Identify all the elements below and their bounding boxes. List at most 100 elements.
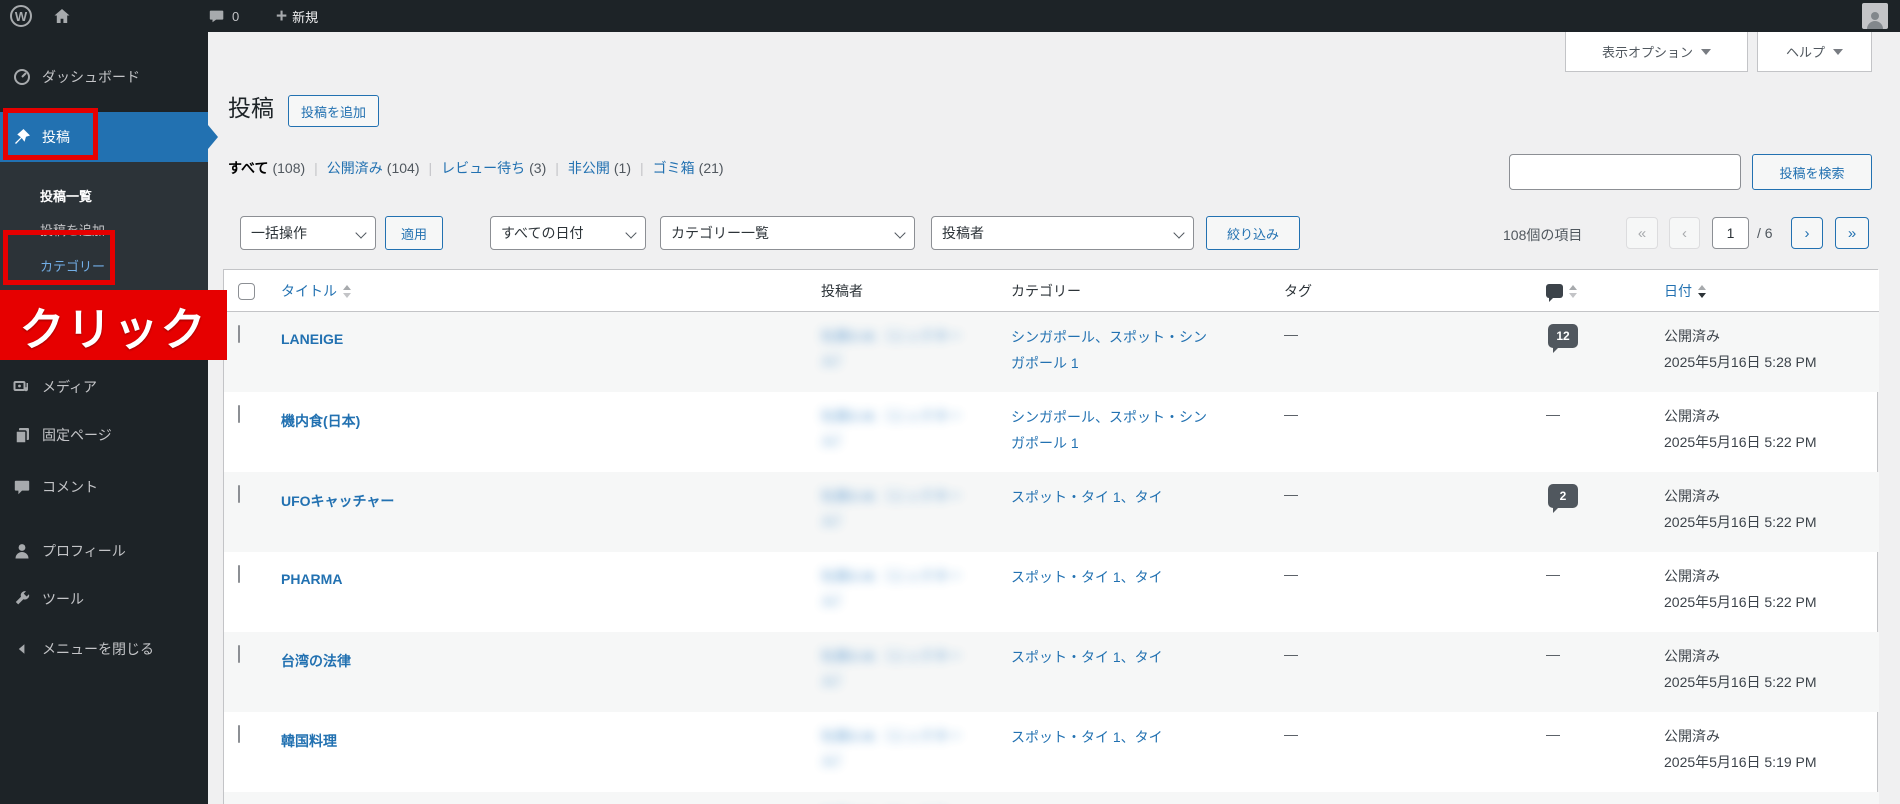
status-filter-links: すべて (108) | 公開済み (104) | レビュー待ち (3) | 非公… — [228, 158, 724, 178]
wordpress-logo-icon: W — [10, 5, 32, 27]
column-header-tags: タグ — [1284, 283, 1312, 299]
filter-private[interactable]: 非公開 (1) — [568, 158, 631, 178]
sidebar-item-comments[interactable]: コメント — [0, 470, 208, 504]
home-icon — [52, 6, 72, 26]
plus-icon: + — [276, 5, 288, 27]
submenu-item-all-posts[interactable]: 投稿一覧 — [0, 180, 208, 210]
post-author-blurred[interactable]: 社員S.M.（ニックネーム） — [821, 564, 971, 612]
wordpress-logo[interactable]: W — [10, 0, 32, 32]
posts-table: タイトル 投稿者 カテゴリー タグ 日付 LANEIGE 社員S.M.（ニックネ… — [223, 269, 1879, 804]
post-tags: — — [1284, 566, 1298, 582]
comment-count-badge[interactable]: 12 — [1548, 324, 1578, 353]
post-comments: — — [1546, 566, 1560, 582]
filter-trash[interactable]: ゴミ箱 (21) — [653, 158, 724, 178]
sidebar-item-label: メディア — [42, 379, 98, 395]
page-title: 投稿 — [228, 95, 274, 121]
post-title-link[interactable]: LANEIGE — [281, 331, 343, 347]
row-checkbox[interactable] — [238, 565, 240, 583]
add-post-button[interactable]: 投稿を追加 — [288, 95, 380, 127]
table-row: 韓国料理 社員S.M.（ニックネーム） スポット・タイ 1、タイ — — 公開済… — [224, 792, 1879, 804]
annotation-click-label: クリック — [0, 290, 227, 360]
post-author-blurred[interactable]: 社員S.M.（ニックネーム） — [821, 404, 971, 452]
sidebar-item-media[interactable]: メディア — [0, 370, 208, 404]
row-checkbox[interactable] — [238, 725, 240, 743]
current-page-input[interactable] — [1712, 217, 1749, 249]
post-comments: — — [1546, 406, 1560, 422]
comments-icon — [12, 477, 32, 497]
column-header-title[interactable]: タイトル — [281, 270, 351, 312]
filter-published[interactable]: 公開済み (104) — [327, 158, 420, 178]
post-author-blurred[interactable]: 社員S.M.（ニックネーム） — [821, 724, 971, 772]
sort-arrows-icon — [343, 284, 351, 298]
comment-count-badge[interactable]: 2 — [1548, 484, 1578, 513]
post-date: 公開済み 2025年5月16日 5:28 PM — [1664, 328, 1817, 370]
sidebar-collapse-button[interactable]: メニューを閉じる — [0, 632, 208, 666]
sidebar-item-profile[interactable]: プロフィール — [0, 534, 208, 568]
post-author-blurred[interactable]: 社員S.M.（ニックネーム） — [821, 484, 971, 532]
new-label: 新規 — [292, 9, 319, 25]
post-categories-link[interactable]: スポット・タイ 1、タイ — [1011, 724, 1214, 750]
post-title-link[interactable]: 韓国料理 — [281, 731, 337, 751]
row-checkbox[interactable] — [238, 645, 240, 663]
post-title-link[interactable]: 機内食(日本) — [281, 411, 360, 431]
pagination-next-button[interactable]: › — [1791, 217, 1823, 249]
table-row: 台湾の法律 社員S.M.（ニックネーム） スポット・タイ 1、タイ — — 公開… — [224, 632, 1879, 712]
search-posts-button[interactable]: 投稿を検索 — [1752, 154, 1872, 190]
column-header-author: 投稿者 — [821, 283, 863, 299]
total-pages: / 6 — [1757, 225, 1773, 241]
apply-button[interactable]: 適用 — [385, 216, 443, 250]
sidebar-item-tools[interactable]: ツール — [0, 582, 208, 616]
post-title-link[interactable]: UFOキャッチャー — [281, 491, 394, 511]
pagination-prev-button[interactable]: ‹ — [1669, 217, 1700, 249]
table-header: タイトル 投稿者 カテゴリー タグ 日付 — [224, 270, 1879, 312]
sidebar-item-label: ツール — [42, 591, 84, 607]
comments-count: 0 — [232, 8, 240, 24]
post-categories-link[interactable]: スポット・タイ 1、タイ — [1011, 484, 1214, 510]
row-checkbox[interactable] — [238, 405, 240, 423]
media-icon — [12, 377, 32, 397]
post-author-blurred[interactable]: 社員S.M.（ニックネーム） — [821, 644, 971, 692]
new-content-button[interactable]: + 新規 — [276, 0, 318, 32]
sort-arrows-icon — [1569, 284, 1577, 298]
pages-icon — [12, 425, 32, 445]
items-count: 108個の項目 — [1503, 227, 1583, 243]
column-header-date[interactable]: 日付 — [1664, 270, 1706, 312]
post-tags: — — [1284, 726, 1298, 742]
table-row: UFOキャッチャー 社員S.M.（ニックネーム） スポット・タイ 1、タイ — … — [224, 472, 1879, 552]
sidebar-item-label: プロフィール — [42, 543, 126, 559]
user-avatar[interactable] — [1862, 3, 1888, 29]
row-checkbox[interactable] — [238, 485, 240, 503]
date-filter-select[interactable]: すべての日付 — [490, 216, 646, 250]
filter-button[interactable]: 絞り込み — [1206, 216, 1300, 250]
bulk-actions-select[interactable]: 一括操作 — [240, 216, 376, 250]
filter-pending-review[interactable]: レビュー待ち (3) — [441, 158, 546, 178]
row-checkbox[interactable] — [238, 325, 240, 343]
site-home-link[interactable] — [52, 0, 72, 32]
post-categories-link[interactable]: シンガポール、スポット・シンガポール 1 — [1011, 404, 1214, 456]
pagination-last-button[interactable]: » — [1835, 217, 1869, 249]
pagination-first-button[interactable]: « — [1626, 217, 1658, 249]
table-row: PHARMA 社員S.M.（ニックネーム） スポット・タイ 1、タイ — — 公… — [224, 552, 1879, 632]
select-all-checkbox[interactable] — [238, 282, 255, 300]
post-title-link[interactable]: 台湾の法律 — [281, 651, 351, 671]
post-author-blurred[interactable]: 社員S.M.（ニックネーム） — [821, 324, 971, 372]
table-row: 機内食(日本) 社員S.M.（ニックネーム） シンガポール、スポット・シンガポー… — [224, 392, 1879, 472]
post-title-link[interactable]: PHARMA — [281, 571, 342, 587]
filter-all[interactable]: すべて (108) — [228, 158, 305, 178]
screen-options-label: 表示オプション — [1601, 45, 1693, 60]
sidebar-item-pages[interactable]: 固定ページ — [0, 418, 208, 452]
author-filter-select[interactable]: 投稿者 — [931, 216, 1194, 250]
collapse-arrow-icon — [12, 639, 32, 659]
sidebar-item-dashboard[interactable]: ダッシュボード — [0, 60, 208, 94]
post-date: 公開済み 2025年5月16日 5:22 PM — [1664, 648, 1817, 690]
sort-arrows-icon — [1698, 284, 1706, 298]
column-header-comments[interactable] — [1546, 270, 1577, 312]
search-input[interactable] — [1509, 154, 1741, 190]
admin-comments-link[interactable]: 0 — [208, 0, 239, 32]
help-button[interactable]: ヘルプ — [1757, 32, 1872, 72]
category-filter-select[interactable]: カテゴリー一覧 — [660, 216, 915, 250]
post-categories-link[interactable]: シンガポール、スポット・シンガポール 1 — [1011, 324, 1214, 376]
post-categories-link[interactable]: スポット・タイ 1、タイ — [1011, 644, 1214, 670]
screen-options-button[interactable]: 表示オプション — [1565, 32, 1748, 72]
post-categories-link[interactable]: スポット・タイ 1、タイ — [1011, 564, 1214, 590]
